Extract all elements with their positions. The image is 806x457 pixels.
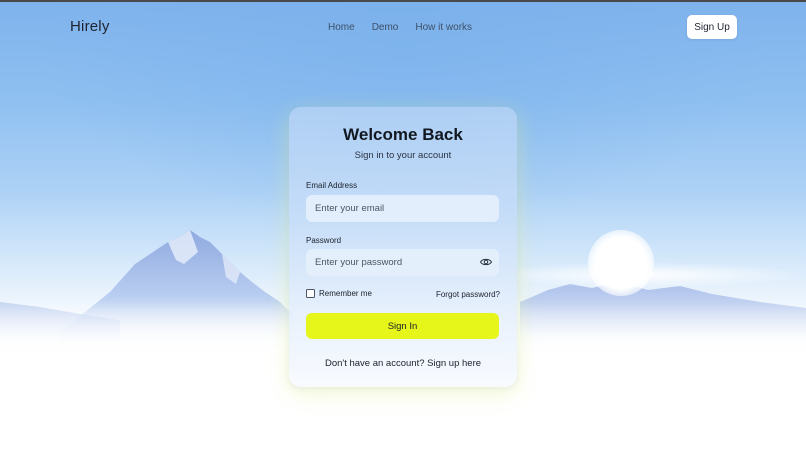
nav-signup-button[interactable]: Sign Up bbox=[687, 15, 737, 39]
password-label: Password bbox=[306, 236, 342, 245]
card-subtitle: Sign in to your account bbox=[354, 150, 452, 161]
email-input[interactable] bbox=[315, 195, 475, 222]
window-top-border bbox=[0, 0, 806, 2]
email-field[interactable] bbox=[306, 195, 499, 222]
email-label: Email Address bbox=[306, 181, 358, 190]
forgot-password-link[interactable]: Forgot password? bbox=[436, 290, 500, 299]
signup-prompt-text: Don't have an account? bbox=[324, 358, 425, 369]
password-field[interactable] bbox=[306, 249, 499, 276]
signup-prompt: Don't have an account? Sign up here bbox=[289, 358, 517, 369]
horizon-glow bbox=[480, 262, 806, 288]
nav-link-home[interactable]: Home bbox=[328, 22, 355, 33]
nav-link-how-it-works[interactable]: How it works bbox=[415, 22, 472, 33]
signin-button[interactable]: Sign In bbox=[306, 313, 499, 339]
card-title: Welcome Back bbox=[343, 125, 463, 144]
signup-here-link[interactable]: Sign up here bbox=[427, 358, 481, 369]
eye-icon[interactable] bbox=[480, 257, 492, 267]
nav-link-demo[interactable]: Demo bbox=[372, 22, 399, 33]
brand-logo[interactable]: Hirely bbox=[70, 18, 110, 35]
nav-links: Home Demo How it works bbox=[328, 22, 489, 33]
remember-me[interactable]: Remember me bbox=[306, 289, 372, 298]
signin-card: Welcome Back Sign in to your account Ema… bbox=[289, 107, 517, 387]
top-nav: Hirely Home Demo How it works Sign Up bbox=[0, 2, 806, 52]
remember-checkbox[interactable] bbox=[306, 289, 315, 298]
remember-label: Remember me bbox=[319, 289, 372, 298]
password-input[interactable] bbox=[315, 249, 475, 276]
